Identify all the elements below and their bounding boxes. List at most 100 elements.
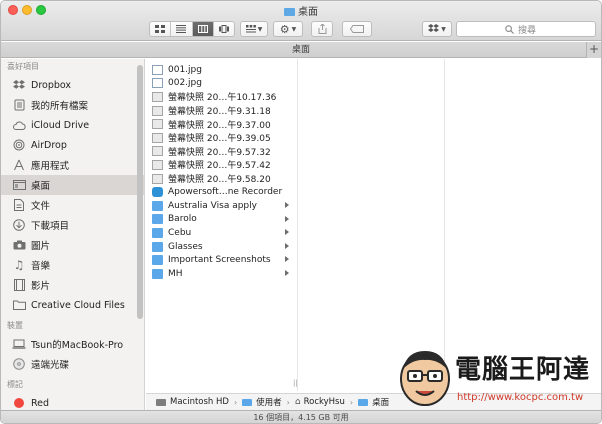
cover-flow-view-button[interactable] — [214, 22, 234, 36]
sidebar-item-macbook-pro[interactable]: Tsun的MacBook-Pro — [1, 334, 144, 354]
folder-name: Australia Visa apply — [168, 200, 257, 211]
file-row[interactable]: 螢幕快照 20…午9.58.20 — [146, 172, 297, 186]
folder-icon — [152, 268, 163, 279]
list-view-icon — [176, 25, 187, 33]
sidebar-item-airdrop[interactable]: AirDrop — [1, 135, 144, 155]
screenshot-file-icon — [152, 159, 163, 170]
sidebar-section-tags: 標記 — [7, 380, 23, 389]
path-segment-home[interactable]: ⌂ RockyHsu — [295, 397, 345, 407]
list-view-button[interactable] — [171, 22, 193, 36]
file-name: 螢幕快照 20…午9.57.42 — [168, 161, 271, 172]
arrange-button[interactable]: ▼ — [240, 21, 268, 37]
disclosure-arrow-icon — [285, 242, 289, 249]
search-field[interactable]: 搜尋 — [456, 21, 596, 37]
folder-icon — [242, 398, 253, 406]
path-segment-label: Macintosh HD — [170, 397, 229, 407]
path-segment-macintosh-hd[interactable]: Macintosh HD — [156, 397, 229, 407]
red-tag-dot-icon — [14, 398, 24, 408]
file-row[interactable]: 螢幕快照 20…午9.31.18 — [146, 104, 297, 118]
folder-row[interactable]: MH — [146, 267, 297, 281]
file-row[interactable]: 螢幕快照 20…午9.39.05 — [146, 131, 297, 145]
sidebar-scrollbar[interactable] — [137, 65, 143, 319]
sidebar-item-label: iCloud Drive — [31, 119, 90, 131]
sidebar-item-movies[interactable]: 影片 — [1, 275, 144, 295]
screenshot-file-icon — [152, 119, 163, 130]
share-button[interactable] — [311, 21, 333, 37]
dropbox-menu-button[interactable]: ▼ — [422, 21, 452, 37]
folder-name: Glasses — [168, 241, 203, 252]
file-name: 002.jpg — [168, 78, 202, 89]
hard-drive-icon — [156, 398, 166, 406]
sidebar-item-music[interactable]: ♫ 音樂 — [1, 255, 144, 275]
desktop-icon — [12, 178, 26, 192]
folder-row[interactable]: Cebu — [146, 226, 297, 240]
icon-view-button[interactable] — [150, 22, 172, 36]
file-name: 001.jpg — [168, 64, 202, 75]
sidebar-item-label: Dropbox — [31, 79, 72, 91]
file-name: 螢幕快照 20…午9.58.20 — [168, 175, 271, 186]
sidebar-item-desktop[interactable]: 桌面 — [1, 175, 144, 195]
sidebar-item-label: 圖片 — [31, 241, 51, 252]
sidebar-item-applications[interactable]: 應用程式 — [1, 155, 144, 175]
sidebar-item-label: Red — [31, 397, 50, 409]
folder-icon — [152, 214, 163, 225]
dropbox-icon — [12, 78, 26, 92]
sidebar-item-remote-disc[interactable]: 遠端光碟 — [1, 354, 144, 374]
path-segment-users[interactable]: 使用者 — [242, 396, 282, 408]
sidebar-item-label: 影片 — [31, 281, 51, 292]
tab-desktop[interactable]: 桌面 — [1, 42, 601, 58]
file-name: 螢幕快照 20…午9.57.32 — [168, 147, 271, 158]
file-row[interactable]: 螢幕快照 20…午9.37.00 — [146, 117, 297, 131]
sidebar-item-all-files[interactable]: 我的所有檔案 — [1, 95, 144, 115]
watermark-title: 電腦王阿達 — [455, 355, 591, 385]
file-name: 螢幕快照 20…午9.37.00 — [168, 120, 271, 131]
file-row[interactable]: 螢幕快照 20…午9.57.32 — [146, 145, 297, 159]
image-file-icon — [152, 64, 163, 75]
column-resize-handle[interactable]: || — [293, 379, 298, 387]
folder-row[interactable]: Glasses — [146, 240, 297, 254]
folder-row[interactable]: Australia Visa apply — [146, 199, 297, 213]
arrange-icon — [245, 25, 256, 33]
downloads-icon — [12, 218, 26, 232]
file-row[interactable]: 螢幕快照 20…午10.17.36 — [146, 90, 297, 104]
sidebar-item-documents[interactable]: 文件 — [1, 195, 144, 215]
folder-row[interactable]: Barolo — [146, 213, 297, 227]
path-segment-desktop[interactable]: 桌面 — [358, 396, 389, 408]
folder-icon — [152, 227, 163, 238]
search-icon — [505, 24, 514, 34]
action-button[interactable]: ⚙ ▼ — [273, 21, 303, 37]
file-row[interactable]: 螢幕快照 20…午9.57.42 — [146, 158, 297, 172]
sidebar-item-icloud-drive[interactable]: iCloud Drive — [1, 115, 144, 135]
sidebar-item-downloads[interactable]: 下載項目 — [1, 215, 144, 235]
screenshot-file-icon — [152, 105, 163, 116]
folder-icon — [12, 298, 26, 312]
chevron-down-icon: ▼ — [257, 25, 263, 33]
file-row[interactable]: 001.jpg — [146, 63, 297, 77]
sidebar-item-label: 下載項目 — [31, 221, 70, 232]
file-row[interactable]: Apowersoft…ne Recorder — [146, 185, 297, 199]
laptop-icon — [12, 337, 26, 351]
sidebar-item-label: 應用程式 — [31, 161, 70, 172]
sidebar-item-label: 桌面 — [31, 181, 51, 192]
edit-tags-button[interactable] — [342, 21, 372, 37]
sidebar-item-tag-red[interactable]: Red — [1, 393, 144, 411]
column-view-button[interactable] — [192, 22, 214, 36]
file-name: Apowersoft…ne Recorder — [168, 187, 283, 198]
sidebar-item-dropbox[interactable]: Dropbox — [1, 75, 144, 95]
folder-row[interactable]: Important Screenshots — [146, 253, 297, 267]
sidebar-item-label: 我的所有檔案 — [31, 101, 89, 112]
chevron-down-icon: ▼ — [291, 25, 297, 33]
disclosure-arrow-icon — [285, 229, 289, 236]
mascot-face-icon — [400, 351, 450, 406]
file-row[interactable]: 002.jpg — [146, 77, 297, 91]
sidebar-item-pictures[interactable]: 圖片 — [1, 235, 144, 255]
folder-icon — [284, 8, 295, 16]
path-segment-label: RockyHsu — [303, 397, 345, 407]
chevron-down-icon: ▼ — [441, 25, 446, 33]
watermark-url: http://www.kocpc.com.tw — [457, 392, 584, 403]
sidebar-item-creative-cloud-files[interactable]: Creative Cloud Files — [1, 295, 144, 315]
cover-flow-icon — [218, 25, 229, 33]
disclosure-arrow-icon — [285, 256, 289, 263]
new-tab-button[interactable]: + — [586, 42, 601, 58]
sidebar: 喜好項目 Dropbox 我的所有檔案 iCloud Drive AirDrop… — [1, 59, 145, 411]
